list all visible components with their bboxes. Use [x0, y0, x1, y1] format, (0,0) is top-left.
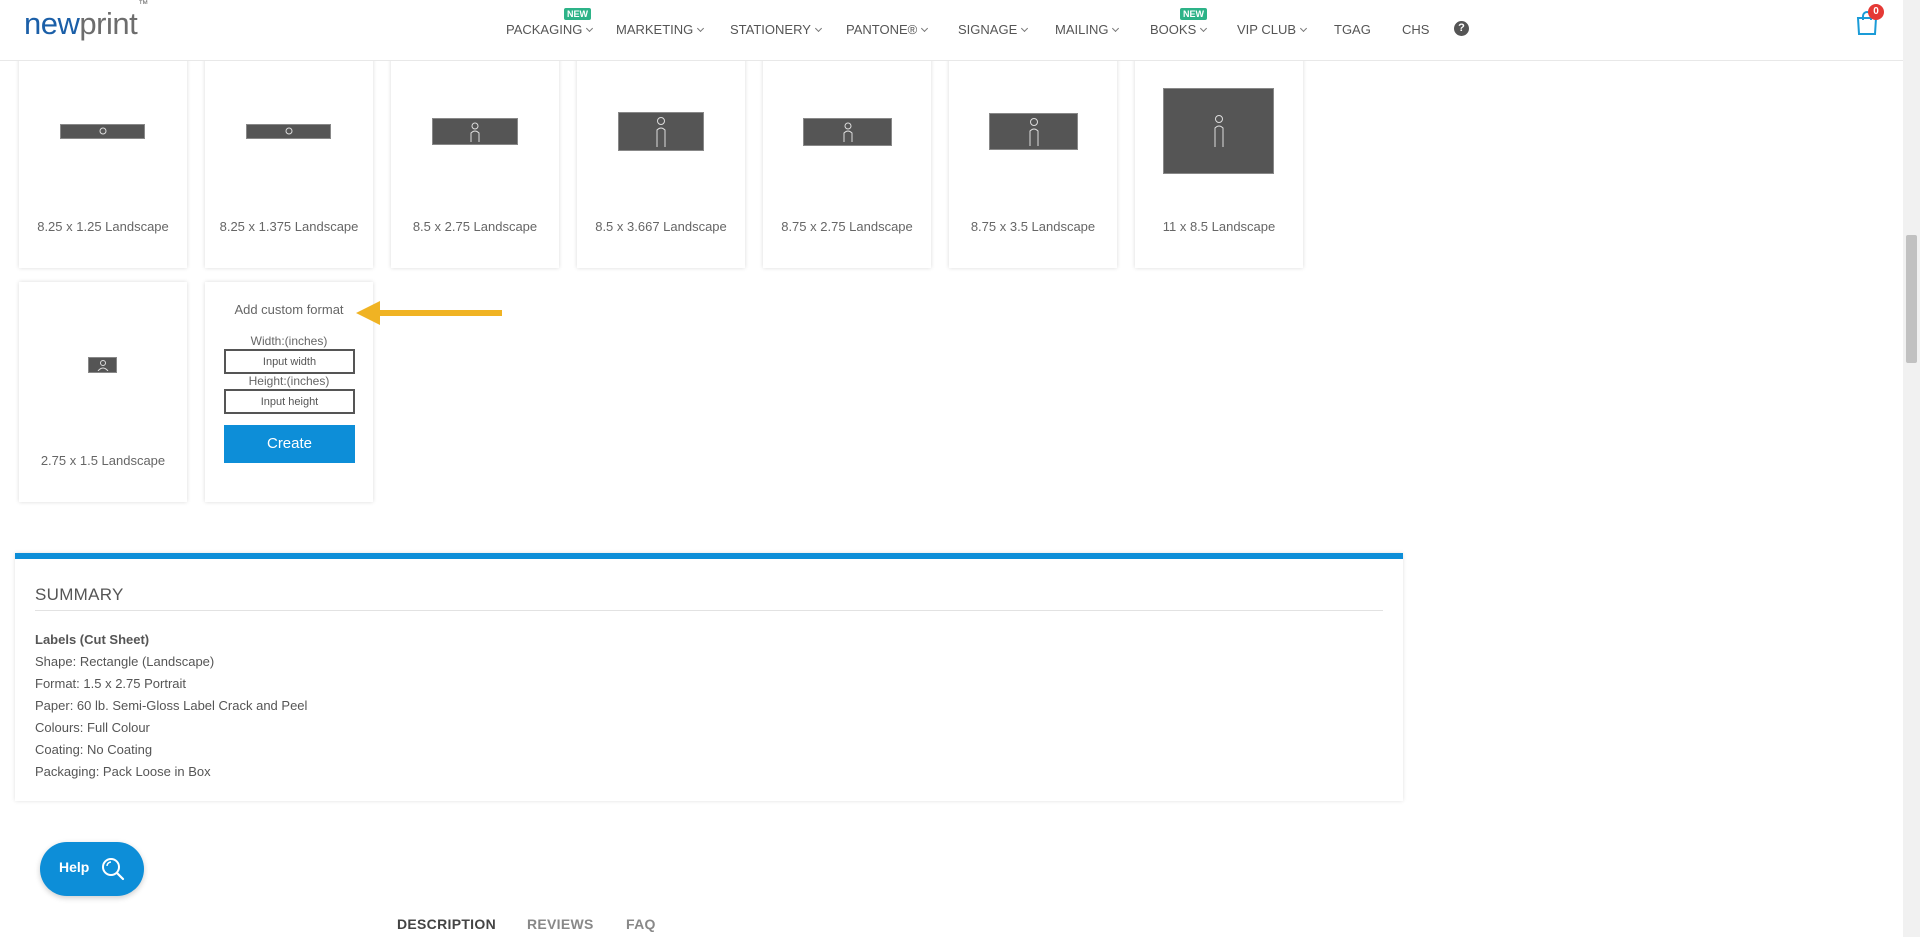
format-preview	[60, 124, 145, 139]
cart-count-badge: 0	[1868, 4, 1884, 20]
chevron-down-icon	[1200, 24, 1208, 33]
help-button[interactable]: Help	[40, 842, 144, 896]
chevron-down-icon	[586, 24, 594, 33]
format-card[interactable]: 8.5 x 2.75 Landscape	[391, 48, 559, 268]
chevron-down-icon	[1299, 24, 1308, 33]
format-preview	[88, 357, 117, 373]
nav-label: STATIONERY	[730, 22, 811, 37]
format-card[interactable]: 8.75 x 3.5 Landscape	[949, 48, 1117, 268]
tab-faq[interactable]: FAQ	[626, 916, 656, 932]
nav-stationery[interactable]: STATIONERY	[730, 22, 822, 37]
summary-line: Colours: Full Colour	[35, 720, 150, 735]
scrollbar-thumb[interactable]	[1906, 235, 1917, 363]
width-label: Width:(inches)	[250, 334, 328, 348]
format-preview	[1163, 88, 1274, 174]
format-preview	[246, 124, 331, 139]
format-label: 8.5 x 2.75 Landscape	[412, 219, 538, 234]
width-input[interactable]	[224, 349, 355, 374]
format-label: 2.75 x 1.5 Landscape	[40, 453, 166, 468]
summary-line: Format: 1.5 x 2.75 Portrait	[35, 676, 187, 691]
format-card[interactable]: 8.75 x 2.75 Landscape	[763, 48, 931, 268]
nav-chs[interactable]: CHS	[1402, 22, 1429, 37]
nav-label: MARKETING	[616, 22, 694, 37]
nav-packaging[interactable]: NEW PACKAGING	[506, 8, 594, 37]
nav-signage[interactable]: SIGNAGE	[958, 22, 1029, 37]
person-icon	[1029, 117, 1038, 146]
person-icon	[470, 122, 480, 142]
site-header: newprint™ NEW PACKAGING MARKETING STATIO…	[0, 0, 1903, 61]
nav-mailing[interactable]: MAILING	[1055, 22, 1120, 37]
chevron-down-icon	[1112, 24, 1120, 33]
height-input[interactable]	[224, 389, 355, 414]
format-card[interactable]: 8.25 x 1.25 Landscape	[19, 48, 187, 268]
custom-format-title: Add custom format	[234, 302, 344, 317]
person-icon	[285, 127, 292, 134]
nav-vip-club[interactable]: VIP CLUB	[1237, 22, 1308, 37]
summary-panel: SUMMARY Labels (Cut Sheet) Shape: Rectan…	[15, 553, 1403, 801]
new-badge: NEW	[1180, 8, 1207, 20]
person-icon	[1214, 115, 1223, 147]
summary-line: Shape: Rectangle (Landscape)	[35, 654, 215, 669]
question-circle-icon[interactable]: ?	[1454, 21, 1469, 36]
summary-product: Labels (Cut Sheet)	[35, 632, 150, 647]
logo-part1: new	[24, 6, 80, 41]
format-card[interactable]: 11 x 8.5 Landscape	[1135, 48, 1303, 268]
new-badge: NEW	[564, 8, 591, 20]
chevron-down-icon	[697, 24, 705, 33]
nav-label: VIP CLUB	[1237, 22, 1297, 37]
format-label: 8.75 x 2.75 Landscape	[781, 219, 913, 234]
summary-details: Labels (Cut Sheet) Shape: Rectangle (Lan…	[35, 631, 307, 785]
height-label: Height:(inches)	[248, 374, 330, 388]
chevron-down-icon	[1021, 24, 1029, 33]
format-label: 8.5 x 3.667 Landscape	[595, 219, 727, 234]
format-label: 8.25 x 1.25 Landscape	[37, 219, 169, 234]
format-preview	[803, 118, 892, 146]
help-label: Help	[59, 859, 90, 875]
nav-label: MAILING	[1055, 22, 1109, 37]
person-icon	[99, 127, 106, 134]
custom-format-card: Add custom format Width:(inches) Height:…	[205, 282, 373, 502]
tab-reviews[interactable]: REVIEWS	[527, 916, 594, 932]
nav-tgag[interactable]: TGAG	[1334, 22, 1371, 37]
summary-line: Packaging: Pack Loose in Box	[35, 764, 211, 779]
format-card[interactable]: 2.75 x 1.5 Landscape	[19, 282, 187, 502]
nav-label: TGAG	[1334, 22, 1371, 37]
nav-label: BOOKS	[1150, 22, 1197, 37]
nav-pantone[interactable]: PANTONE®	[846, 22, 929, 37]
nav-label: PACKAGING	[506, 22, 583, 37]
person-icon	[656, 116, 666, 147]
person-icon	[97, 360, 108, 371]
tab-description[interactable]: DESCRIPTION	[397, 916, 496, 932]
newprint-logo[interactable]: newprint™	[24, 0, 148, 42]
nav-marketing[interactable]: MARKETING	[616, 22, 705, 37]
format-label: 11 x 8.5 Landscape	[1162, 219, 1276, 234]
logo-tm: ™	[138, 0, 148, 10]
format-card[interactable]: 8.25 x 1.375 Landscape	[205, 48, 373, 268]
summary-divider	[35, 610, 1383, 611]
format-label: 8.25 x 1.375 Landscape	[219, 219, 359, 234]
summary-line: Coating: No Coating	[35, 742, 153, 757]
chevron-down-icon	[921, 24, 929, 33]
chevron-down-icon	[814, 24, 822, 33]
format-preview	[989, 113, 1078, 150]
format-card[interactable]: 8.5 x 3.667 Landscape	[577, 48, 745, 268]
nav-label: SIGNAGE	[958, 22, 1018, 37]
summary-title: SUMMARY	[35, 585, 124, 604]
format-preview	[618, 112, 704, 151]
create-button[interactable]: Create	[224, 425, 355, 463]
nav-label: CHS	[1402, 22, 1430, 37]
arrow-left-icon	[356, 301, 502, 325]
format-label: 8.75 x 3.5 Landscape	[970, 219, 1096, 234]
search-icon	[102, 858, 125, 881]
nav-books[interactable]: NEW BOOKS	[1150, 8, 1208, 37]
page-scrollbar[interactable]	[1903, 0, 1920, 937]
format-preview	[432, 118, 518, 145]
summary-line: Paper: 60 lb. Semi-Gloss Label Crack and…	[35, 698, 308, 713]
nav-label: PANTONE®	[846, 22, 918, 37]
logo-part2: print	[79, 6, 138, 41]
person-icon	[843, 122, 852, 142]
